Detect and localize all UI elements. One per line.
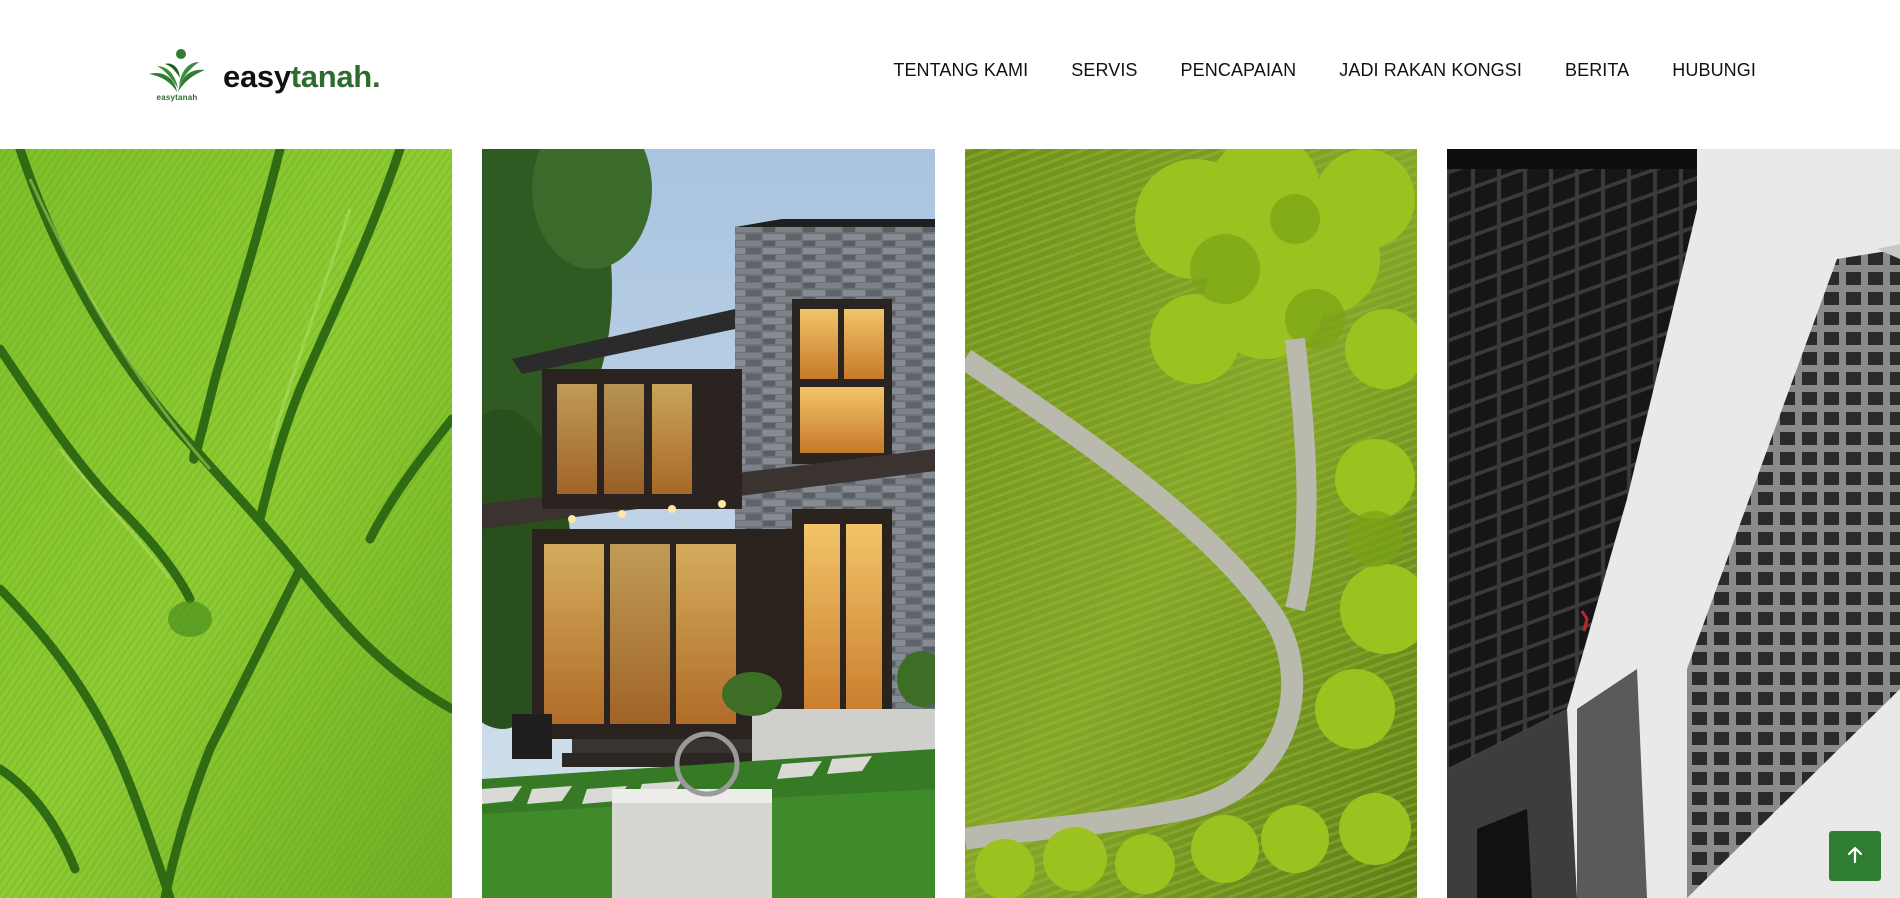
arrow-up-icon xyxy=(1845,845,1865,868)
image-gallery xyxy=(0,149,1900,898)
main-nav: TENTANG KAMI SERVIS PENCAPAIAN JADI RAKA… xyxy=(893,60,1756,81)
nav-item-hubungi[interactable]: HUBUNGI xyxy=(1672,60,1756,81)
sprout-logo-icon: easytanah xyxy=(145,48,209,106)
gallery-image-modern-house xyxy=(482,149,935,898)
nav-item-berita[interactable]: BERITA xyxy=(1565,60,1629,81)
nav-item-tentang-kami[interactable]: TENTANG KAMI xyxy=(893,60,1028,81)
brand-name-part1: easy xyxy=(223,59,291,94)
logo-caption: easytanah xyxy=(156,93,198,102)
gallery-image-skyscrapers xyxy=(1447,149,1900,898)
brand-name: easytanah. xyxy=(223,59,381,95)
site-header: easytanah easytanah. TENTANG KAMI SERVIS… xyxy=(0,0,1900,150)
nav-item-servis[interactable]: SERVIS xyxy=(1071,60,1137,81)
brand-logo-link[interactable]: easytanah easytanah. xyxy=(145,48,381,106)
nav-item-jadi-rakan-kongsi[interactable]: JADI RAKAN KONGSI xyxy=(1339,60,1522,81)
back-to-top-button[interactable] xyxy=(1829,831,1881,881)
gallery-image-park-road xyxy=(965,149,1417,898)
gallery-image-rice-field xyxy=(0,149,452,898)
brand-name-part2: tanah. xyxy=(290,59,381,94)
nav-item-pencapaian[interactable]: PENCAPAIAN xyxy=(1181,60,1297,81)
